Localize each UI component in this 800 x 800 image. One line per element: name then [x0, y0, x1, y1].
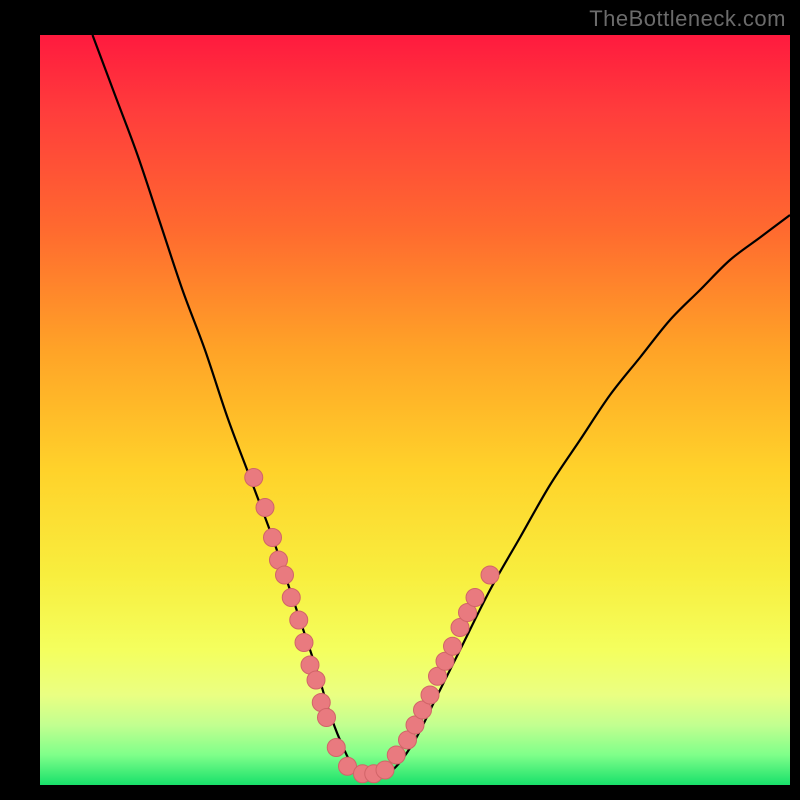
- curve-marker: [339, 757, 357, 775]
- watermark-text: TheBottleneck.com: [589, 6, 786, 32]
- curve-marker-group: [245, 469, 499, 783]
- curve-marker: [387, 746, 405, 764]
- curve-marker: [444, 637, 462, 655]
- curve-marker: [295, 634, 313, 652]
- chart-plot-area: [40, 35, 790, 785]
- curve-marker: [276, 566, 294, 584]
- curve-marker: [399, 731, 417, 749]
- bottleneck-curve-line: [93, 35, 791, 778]
- curve-marker: [282, 589, 300, 607]
- curve-marker: [365, 765, 383, 783]
- curve-marker: [264, 529, 282, 547]
- curve-marker: [312, 694, 330, 712]
- curve-marker: [406, 716, 424, 734]
- curve-marker: [318, 709, 336, 727]
- chart-frame: TheBottleneck.com: [0, 0, 800, 800]
- curve-marker: [421, 686, 439, 704]
- curve-marker: [451, 619, 469, 637]
- curve-marker: [436, 652, 454, 670]
- curve-marker: [327, 739, 345, 757]
- curve-marker: [256, 499, 274, 517]
- curve-marker: [301, 656, 319, 674]
- curve-marker: [466, 589, 484, 607]
- curve-marker: [307, 671, 325, 689]
- curve-marker: [245, 469, 263, 487]
- curve-marker: [270, 551, 288, 569]
- curve-marker: [376, 761, 394, 779]
- curve-marker: [354, 765, 372, 783]
- curve-marker: [290, 611, 308, 629]
- curve-marker: [459, 604, 477, 622]
- curve-marker: [414, 701, 432, 719]
- curve-marker: [481, 566, 499, 584]
- chart-svg: [40, 35, 790, 785]
- curve-marker: [429, 667, 447, 685]
